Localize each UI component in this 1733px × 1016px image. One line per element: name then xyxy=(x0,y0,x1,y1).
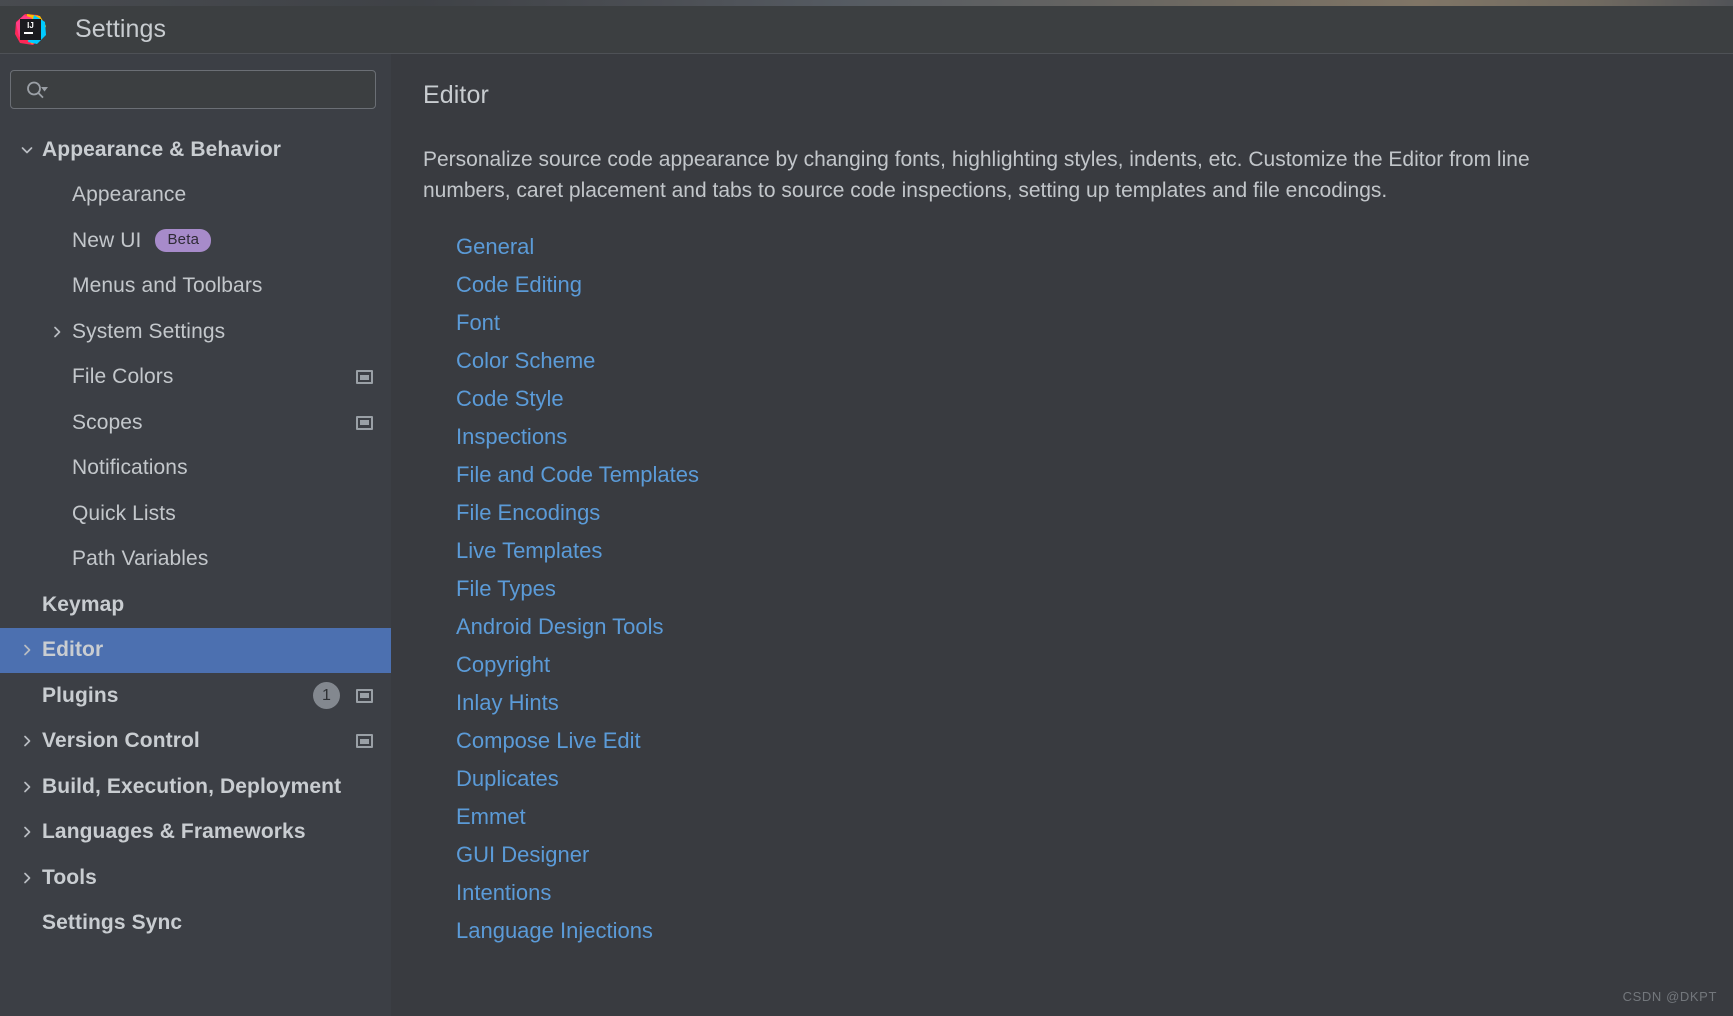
subsection-link-list: General Code Editing Font Color Scheme Code … xyxy=(423,228,1733,950)
settings-rect-icon-fill xyxy=(360,420,369,426)
sidebar-item-label: Scopes xyxy=(72,410,143,434)
sidebar-item-label: Menus and Toolbars xyxy=(72,274,263,298)
title-bar: IJ Settings xyxy=(0,6,1733,54)
sidebar-item-settings-sync[interactable]: Settings Sync xyxy=(0,901,391,947)
settings-link-color-scheme[interactable]: Color Scheme xyxy=(456,342,595,380)
sidebar-item-build-execution-deployment[interactable]: Build, Execution, Deployment xyxy=(0,764,391,810)
sidebar-item-label: Quick Lists xyxy=(72,501,176,525)
settings-link-file-encodings[interactable]: File Encodings xyxy=(456,494,600,532)
chevron-right-icon[interactable] xyxy=(12,780,42,794)
settings-link-intentions[interactable]: Intentions xyxy=(456,874,551,912)
sidebar-item-label: Languages & Frameworks xyxy=(42,820,306,844)
settings-rect-icon-fill xyxy=(360,374,369,380)
sidebar-item-label: Appearance & Behavior xyxy=(42,137,282,161)
sidebar-item-label: Editor xyxy=(42,638,104,662)
sidebar-item-notifications[interactable]: Notifications xyxy=(0,446,391,492)
beta-badge: Beta xyxy=(155,229,212,253)
sidebar-item-languages-frameworks[interactable]: Languages & Frameworks xyxy=(0,810,391,856)
settings-link-inlay-hints[interactable]: Inlay Hints xyxy=(456,684,559,722)
sidebar-item-label: Settings Sync xyxy=(42,911,183,935)
sidebar-item-label: New UI xyxy=(72,228,142,252)
search-area xyxy=(0,53,391,109)
page-title: Editor xyxy=(423,81,489,109)
desktop-background-strip xyxy=(0,0,1733,6)
settings-sidebar: Appearance & Behavior Appearance New UI Bet… xyxy=(0,53,391,1016)
settings-rect-icon-fill xyxy=(360,738,369,744)
sidebar-item-label: Build, Execution, Deployment xyxy=(42,774,342,798)
sidebar-item-keymap[interactable]: Keymap xyxy=(0,582,391,628)
settings-link-android-design-tools[interactable]: Android Design Tools xyxy=(456,608,664,646)
settings-rect-icon[interactable] xyxy=(356,734,373,749)
settings-link-gui-designer[interactable]: GUI Designer xyxy=(456,836,589,874)
sidebar-item-adornments xyxy=(356,370,373,385)
chevron-right-icon[interactable] xyxy=(12,871,42,885)
settings-link-font[interactable]: Font xyxy=(456,304,500,342)
svg-text:IJ: IJ xyxy=(27,21,34,30)
sidebar-item-quick-lists[interactable]: Quick Lists xyxy=(0,491,391,537)
settings-dialog: IJ Settings Appearance & Behavior Appear… xyxy=(0,0,1733,1016)
settings-link-compose-live-edit[interactable]: Compose Live Edit xyxy=(456,722,641,760)
sidebar-item-label: Plugins xyxy=(42,683,119,707)
sidebar-item-scopes[interactable]: Scopes xyxy=(0,400,391,446)
settings-link-live-templates[interactable]: Live Templates xyxy=(456,532,602,570)
settings-link-copyright[interactable]: Copyright xyxy=(456,646,550,684)
sidebar-item-new-ui[interactable]: New UI Beta xyxy=(0,218,391,264)
page-description: Personalize source code appearance by ch… xyxy=(423,148,1530,202)
settings-rect-icon[interactable] xyxy=(356,688,373,703)
settings-rect-icon[interactable] xyxy=(356,370,373,385)
sidebar-item-appearance-behavior[interactable]: Appearance & Behavior xyxy=(0,127,391,173)
settings-link-inspections[interactable]: Inspections xyxy=(456,418,567,456)
sidebar-item-label: File Colors xyxy=(72,365,174,389)
chevron-down-icon[interactable] xyxy=(12,143,42,157)
settings-link-code-style[interactable]: Code Style xyxy=(456,380,564,418)
intellij-idea-logo-icon: IJ xyxy=(14,13,47,46)
settings-rect-icon[interactable] xyxy=(356,415,373,430)
sidebar-item-label: Path Variables xyxy=(72,547,209,571)
search-input[interactable] xyxy=(51,79,375,100)
sidebar-item-tools[interactable]: Tools xyxy=(0,855,391,901)
sidebar-item-label: Notifications xyxy=(72,456,188,480)
settings-link-duplicates[interactable]: Duplicates xyxy=(456,760,559,798)
settings-rect-icon-fill xyxy=(360,693,369,699)
sidebar-item-path-variables[interactable]: Path Variables xyxy=(0,537,391,583)
sidebar-item-plugins[interactable]: Plugins 1 xyxy=(0,673,391,719)
watermark: CSDN @DKPT xyxy=(1622,989,1717,1004)
settings-tree: Appearance & Behavior Appearance New UI Bet… xyxy=(0,127,391,946)
chevron-right-icon[interactable] xyxy=(12,734,42,748)
settings-link-file-types[interactable]: File Types xyxy=(456,570,556,608)
sidebar-item-label: Tools xyxy=(42,865,97,889)
dialog-body: Appearance & Behavior Appearance New UI Bet… xyxy=(0,53,1733,1016)
sidebar-item-editor[interactable]: Editor xyxy=(0,627,391,673)
search-box[interactable] xyxy=(10,70,376,109)
settings-link-general[interactable]: General xyxy=(456,228,534,266)
chevron-right-icon[interactable] xyxy=(12,643,42,657)
sidebar-item-appearance[interactable]: Appearance xyxy=(0,173,391,219)
settings-link-emmet[interactable]: Emmet xyxy=(456,798,526,836)
sidebar-item-version-control[interactable]: Version Control xyxy=(0,719,391,765)
sidebar-item-label: Keymap xyxy=(42,592,125,616)
sidebar-item-label: Appearance xyxy=(72,183,187,207)
sidebar-item-label: System Settings xyxy=(72,319,226,343)
settings-content-panel: Editor Personalize source code appearanc… xyxy=(391,53,1733,1016)
plugin-count-badge: 1 xyxy=(313,682,340,710)
settings-link-file-and-code-templates[interactable]: File and Code Templates xyxy=(456,456,699,494)
sidebar-item-system-settings[interactable]: System Settings xyxy=(0,309,391,355)
sidebar-item-adornments xyxy=(356,415,373,430)
settings-link-code-editing[interactable]: Code Editing xyxy=(456,266,582,304)
sidebar-item-adornments xyxy=(356,734,373,749)
sidebar-item-file-colors[interactable]: File Colors xyxy=(0,355,391,401)
search-icon xyxy=(25,80,51,100)
sidebar-item-adornments: 1 xyxy=(313,682,373,710)
sidebar-item-menus-and-toolbars[interactable]: Menus and Toolbars xyxy=(0,264,391,310)
sidebar-item-label: Version Control xyxy=(42,729,200,753)
window-title: Settings xyxy=(75,15,167,43)
settings-link-language-injections[interactable]: Language Injections xyxy=(456,912,653,950)
chevron-right-icon[interactable] xyxy=(42,325,72,339)
chevron-right-icon[interactable] xyxy=(12,825,42,839)
